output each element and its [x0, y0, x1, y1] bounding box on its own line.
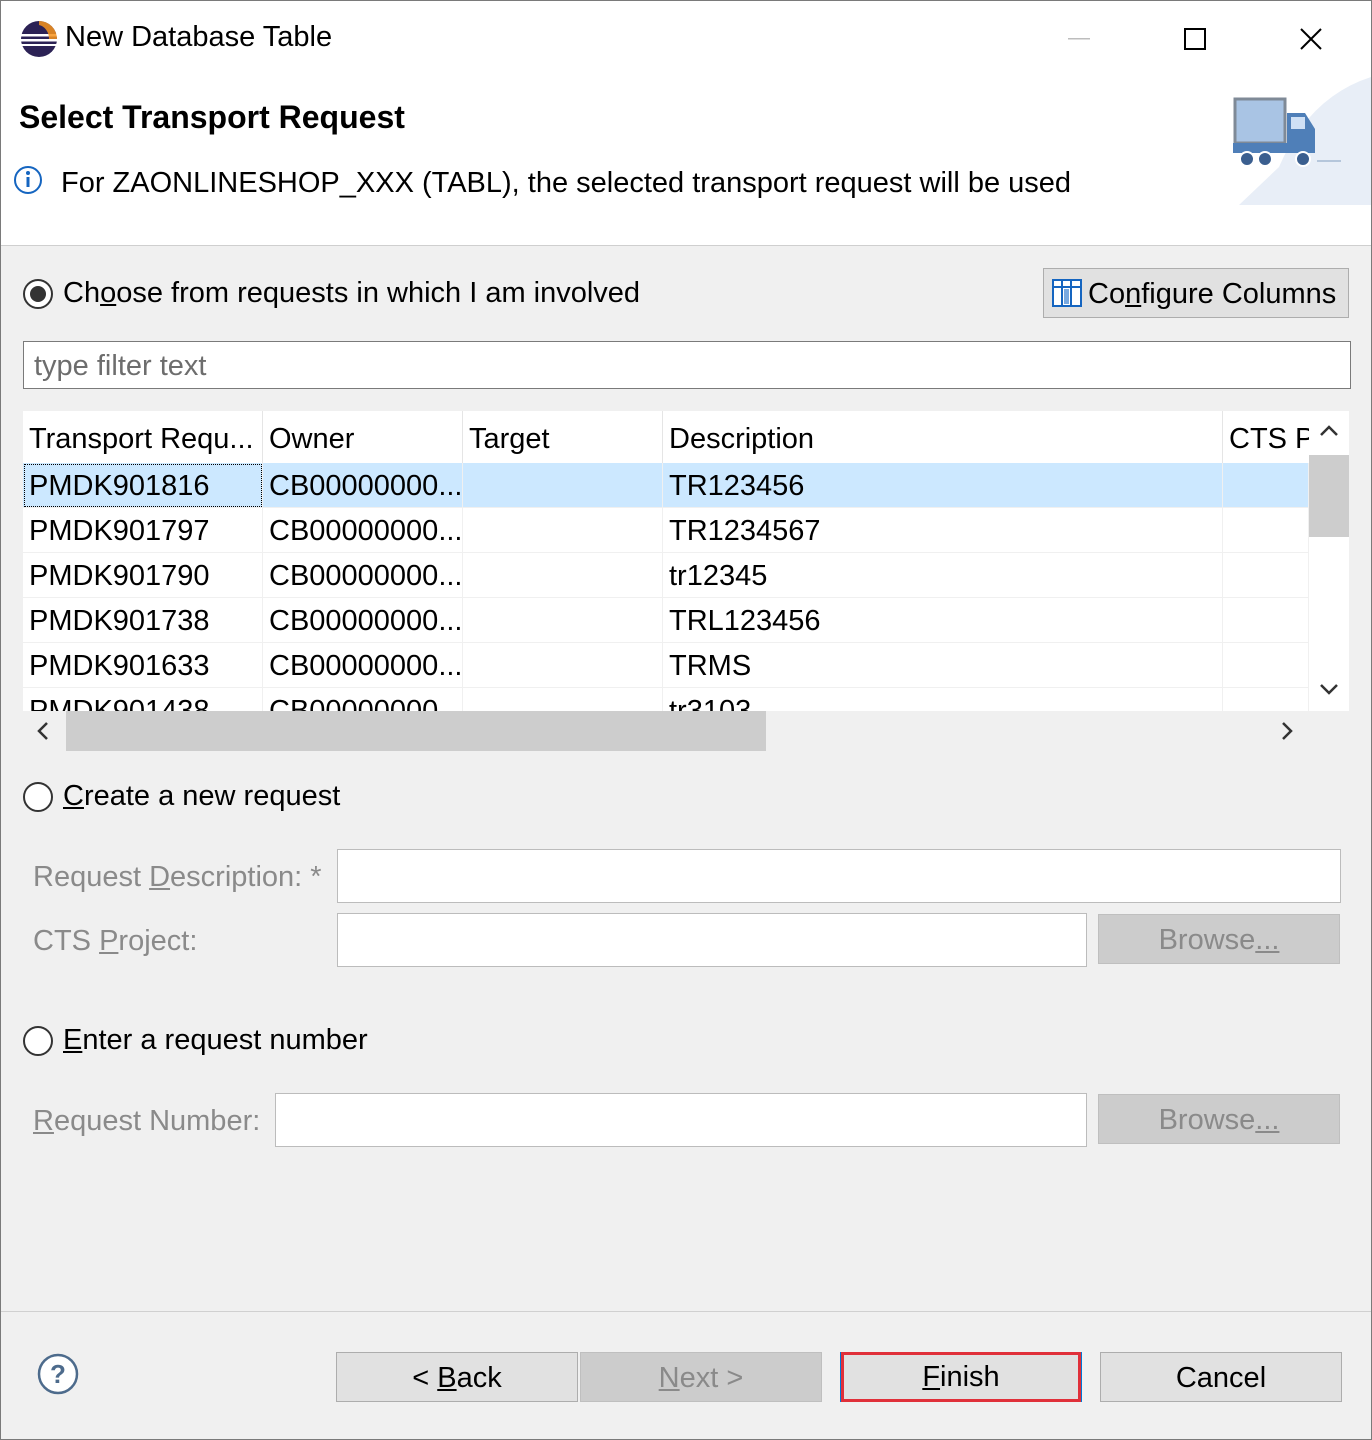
cts-project-input[interactable] [337, 913, 1087, 967]
cancel-button[interactable]: Cancel [1100, 1352, 1342, 1402]
filter-placeholder: type filter text [34, 350, 207, 382]
cell-target [463, 688, 663, 711]
svg-text:?: ? [50, 1359, 66, 1389]
cell-request: PMDK901438 [23, 688, 263, 711]
header-message: For ZAONLINESHOP_XXX (TABL), the selecte… [61, 167, 1072, 199]
minimize-button[interactable] [1021, 1, 1137, 77]
table-vertical-scrollbar[interactable] [1309, 411, 1349, 711]
request-number-input[interactable] [275, 1093, 1087, 1147]
cell-target [463, 463, 663, 508]
help-icon[interactable]: ? [37, 1353, 79, 1395]
maximize-icon [1184, 28, 1206, 50]
table-row[interactable]: PMDK901790 CB00000000... tr12345 [23, 553, 1309, 598]
dialog-window: New Database Table Select Transport Requ… [0, 0, 1372, 1440]
next-button[interactable]: Next > [580, 1352, 822, 1402]
cell-cts [1223, 463, 1309, 508]
title-bar: New Database Table [1, 1, 1371, 77]
browse-cts-project-button[interactable]: Browse... [1098, 914, 1340, 964]
table-row[interactable]: PMDK901797 CB00000000... TR1234567 [23, 508, 1309, 553]
eclipse-app-icon [21, 21, 57, 57]
chevron-left-icon [37, 722, 48, 740]
configure-columns-label: Configure Columns [1088, 278, 1337, 310]
cell-request: PMDK901790 [23, 553, 263, 598]
browse-request-number-button[interactable]: Browse... [1098, 1094, 1340, 1144]
cell-target [463, 598, 663, 643]
cell-owner: CB00000000... [263, 688, 463, 711]
cts-project-label: CTS Project: [33, 925, 198, 957]
table-row[interactable]: PMDK901816 CB00000000... TR123456 [23, 463, 1309, 508]
cell-description: TR123456 [663, 463, 1223, 508]
table-horizontal-scrollbar[interactable] [23, 711, 1309, 751]
columns-icon [1052, 279, 1082, 307]
table-row[interactable]: PMDK901633 CB00000000... TRMS [23, 643, 1309, 688]
cell-request: PMDK901797 [23, 508, 263, 553]
configure-columns-button[interactable]: Configure Columns [1043, 268, 1349, 318]
radio-create-request[interactable] [23, 782, 53, 812]
window-title: New Database Table [65, 21, 333, 53]
table-row[interactable]: PMDK901438 CB00000000... tr3103 [23, 688, 1309, 711]
radio-enter-request-number[interactable] [23, 1026, 53, 1056]
back-button[interactable]: < Back [336, 1352, 578, 1402]
cell-request: PMDK901633 [23, 643, 263, 688]
table-header: Transport Requ... Owner Target Descripti… [23, 411, 1309, 463]
cell-owner: CB00000000... [263, 463, 463, 508]
column-header-cts[interactable]: CTS Pr [1223, 411, 1309, 463]
info-icon [14, 166, 42, 194]
cell-request: PMDK901816 [23, 463, 263, 508]
finish-button[interactable]: Finish [840, 1352, 1082, 1402]
request-description-label: Request Description: * [33, 861, 322, 893]
footer-separator [1, 1311, 1371, 1312]
cell-description: tr3103 [663, 688, 1223, 711]
cell-cts [1223, 598, 1309, 643]
wizard-header: Select Transport Request For ZAONLINESHO… [1, 77, 1371, 246]
chevron-right-icon [1282, 722, 1293, 740]
close-icon [1300, 28, 1322, 50]
transport-requests-table[interactable]: Transport Requ... Owner Target Descripti… [23, 411, 1309, 711]
column-header-description[interactable]: Description [663, 411, 1223, 463]
cell-cts [1223, 508, 1309, 553]
scroll-left-button[interactable] [23, 711, 63, 751]
cell-target [463, 643, 663, 688]
cell-cts [1223, 688, 1309, 711]
chevron-down-icon [1320, 684, 1338, 695]
choose-requests-label[interactable]: Choose from requests in which I am invol… [63, 277, 640, 310]
minimize-icon [1068, 38, 1090, 40]
page-title: Select Transport Request [19, 99, 405, 135]
column-header-owner[interactable]: Owner [263, 411, 463, 463]
cell-target [463, 553, 663, 598]
request-number-label: Request Number: [33, 1105, 261, 1137]
maximize-button[interactable] [1137, 1, 1253, 77]
cell-description: tr12345 [663, 553, 1223, 598]
cell-target [463, 508, 663, 553]
cell-request: PMDK901738 [23, 598, 263, 643]
cell-description: TRMS [663, 643, 1223, 688]
radio-choose-requests[interactable] [23, 279, 53, 309]
enter-request-number-label[interactable]: Enter a request number [63, 1024, 368, 1057]
column-header-target[interactable]: Target [463, 411, 663, 463]
cell-description: TR1234567 [663, 508, 1223, 553]
cell-owner: CB00000000... [263, 643, 463, 688]
cell-owner: CB00000000... [263, 508, 463, 553]
chevron-up-icon [1320, 425, 1338, 436]
transport-truck-icon [1233, 77, 1371, 205]
close-button[interactable] [1253, 1, 1369, 77]
scroll-right-button[interactable] [1267, 711, 1307, 751]
horizontal-scroll-thumb[interactable] [66, 711, 766, 751]
column-header-request[interactable]: Transport Requ... [23, 411, 263, 463]
vertical-scroll-thumb[interactable] [1309, 455, 1349, 537]
table-row[interactable]: PMDK901738 CB00000000... TRL123456 [23, 598, 1309, 643]
cell-cts [1223, 553, 1309, 598]
cell-cts [1223, 643, 1309, 688]
cell-owner: CB00000000... [263, 553, 463, 598]
scroll-up-button[interactable] [1309, 411, 1349, 451]
cell-owner: CB00000000... [263, 598, 463, 643]
create-request-label[interactable]: Create a new request [63, 780, 340, 813]
scroll-down-button[interactable] [1309, 669, 1349, 709]
filter-input[interactable]: type filter text [23, 341, 1351, 389]
cell-description: TRL123456 [663, 598, 1223, 643]
request-description-input[interactable] [337, 849, 1341, 903]
